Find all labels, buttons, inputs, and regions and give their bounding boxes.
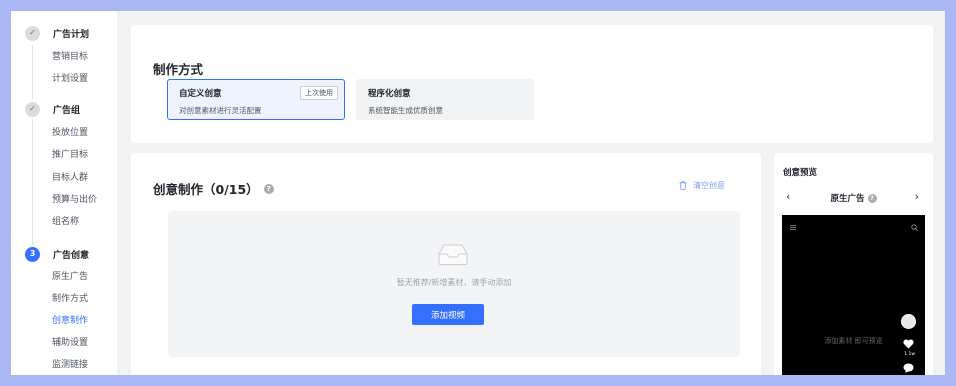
like-count: 1.1w xyxy=(904,352,915,357)
section-title: 制作方式 xyxy=(153,62,204,77)
sidebar-item-group-name[interactable]: 组名称 xyxy=(52,216,79,228)
sidebar-item-auxiliary-settings[interactable]: 辅助设置 xyxy=(52,337,88,349)
section-title: 创意制作（0/15） ? xyxy=(153,179,274,198)
option-description: 对创意素材进行灵活配置 xyxy=(179,106,262,115)
empty-state: 暂无推荐/新增素材，请手动添加 添加视频 xyxy=(168,211,740,357)
programmatic-creative-option[interactable]: 程序化创意 系统智能生成优质创意 xyxy=(356,79,534,120)
step-ad-creative[interactable]: 3 广告创意 xyxy=(25,246,89,262)
custom-creative-option[interactable]: 自定义创意 对创意素材进行灵活配置 上次使用 xyxy=(167,79,345,120)
sidebar-item-placement[interactable]: 投放位置 xyxy=(52,127,88,139)
step-ad-plan[interactable]: ✓ 广告计划 xyxy=(25,25,89,41)
clear-label: 清空创意 xyxy=(693,181,725,190)
clear-creative-button[interactable]: 清空创意 xyxy=(679,180,725,191)
section-title-text: 创意制作（0/15） xyxy=(153,182,259,197)
step-sidebar: ✓ 广告计划 营销目标 计划设置 ✓ 广告组 投放位置 推广目标 目标人群 预算… xyxy=(11,11,117,375)
avatar xyxy=(901,314,916,329)
sidebar-item-production-method[interactable]: 制作方式 xyxy=(52,293,88,305)
last-used-badge: 上次使用 xyxy=(300,86,338,100)
sidebar-item-native-ad[interactable]: 原生广告 xyxy=(52,271,88,283)
empty-message: 暂无推荐/新增素材，请手动添加 xyxy=(396,278,512,287)
check-icon: ✓ xyxy=(25,25,40,41)
step-ad-group[interactable]: ✓ 广告组 xyxy=(25,101,80,117)
comment-icon xyxy=(903,363,914,373)
sidebar-item-plan-settings[interactable]: 计划设置 xyxy=(52,73,88,85)
option-title: 程序化创意 xyxy=(368,89,411,99)
sidebar-item-tracking-link[interactable]: 监测链接 xyxy=(52,359,88,371)
placement-label: 原生广告 xyxy=(830,194,865,204)
chevron-right-icon[interactable]: › xyxy=(915,190,919,203)
phone-preview: 1.1w 添加素材 即可预览 xyxy=(782,215,925,375)
sidebar-item-budget-bid[interactable]: 预算与出价 xyxy=(52,194,97,206)
preview-placeholder: 添加素材 即可预览 xyxy=(824,337,883,345)
sidebar-item-marketing-goal[interactable]: 营销目标 xyxy=(52,51,88,63)
add-video-button[interactable]: 添加视频 xyxy=(412,304,484,325)
option-title: 自定义创意 xyxy=(179,89,222,99)
check-icon: ✓ xyxy=(25,101,40,117)
sidebar-item-audience[interactable]: 目标人群 xyxy=(52,172,88,184)
step-title: 广告计划 xyxy=(53,29,90,40)
trash-icon xyxy=(679,181,687,190)
step-title: 广告创意 xyxy=(53,250,90,261)
preview-nav: ‹ 原生广告 ? › xyxy=(774,190,933,206)
search-icon xyxy=(911,224,918,231)
creative-production-panel: 创意制作（0/15） ? 清空创意 暂无推荐/新增素材，请手动添加 添加视频 xyxy=(131,153,761,375)
menu-icon xyxy=(790,225,796,230)
preview-placement: 原生广告 ? xyxy=(774,192,933,204)
option-description: 系统智能生成优质创意 xyxy=(368,106,443,115)
help-icon[interactable]: ? xyxy=(263,183,274,194)
sidebar-item-creative-production[interactable]: 创意制作 xyxy=(52,315,88,327)
step-connector xyxy=(32,45,33,99)
preview-title: 创意预览 xyxy=(783,168,818,178)
step-title: 广告组 xyxy=(53,105,81,116)
step-connector xyxy=(32,119,33,245)
app-frame: ✓ 广告计划 营销目标 计划设置 ✓ 广告组 投放位置 推广目标 目标人群 预算… xyxy=(11,11,945,375)
help-icon[interactable]: ? xyxy=(867,193,877,203)
step-number: 3 xyxy=(25,246,40,262)
creative-preview-panel: 创意预览 ‹ 原生广告 ? › 1.1w 添加素材 即可预览 xyxy=(774,153,933,375)
sidebar-item-promotion-target[interactable]: 推广目标 xyxy=(52,149,88,161)
empty-inbox-icon xyxy=(438,244,468,265)
